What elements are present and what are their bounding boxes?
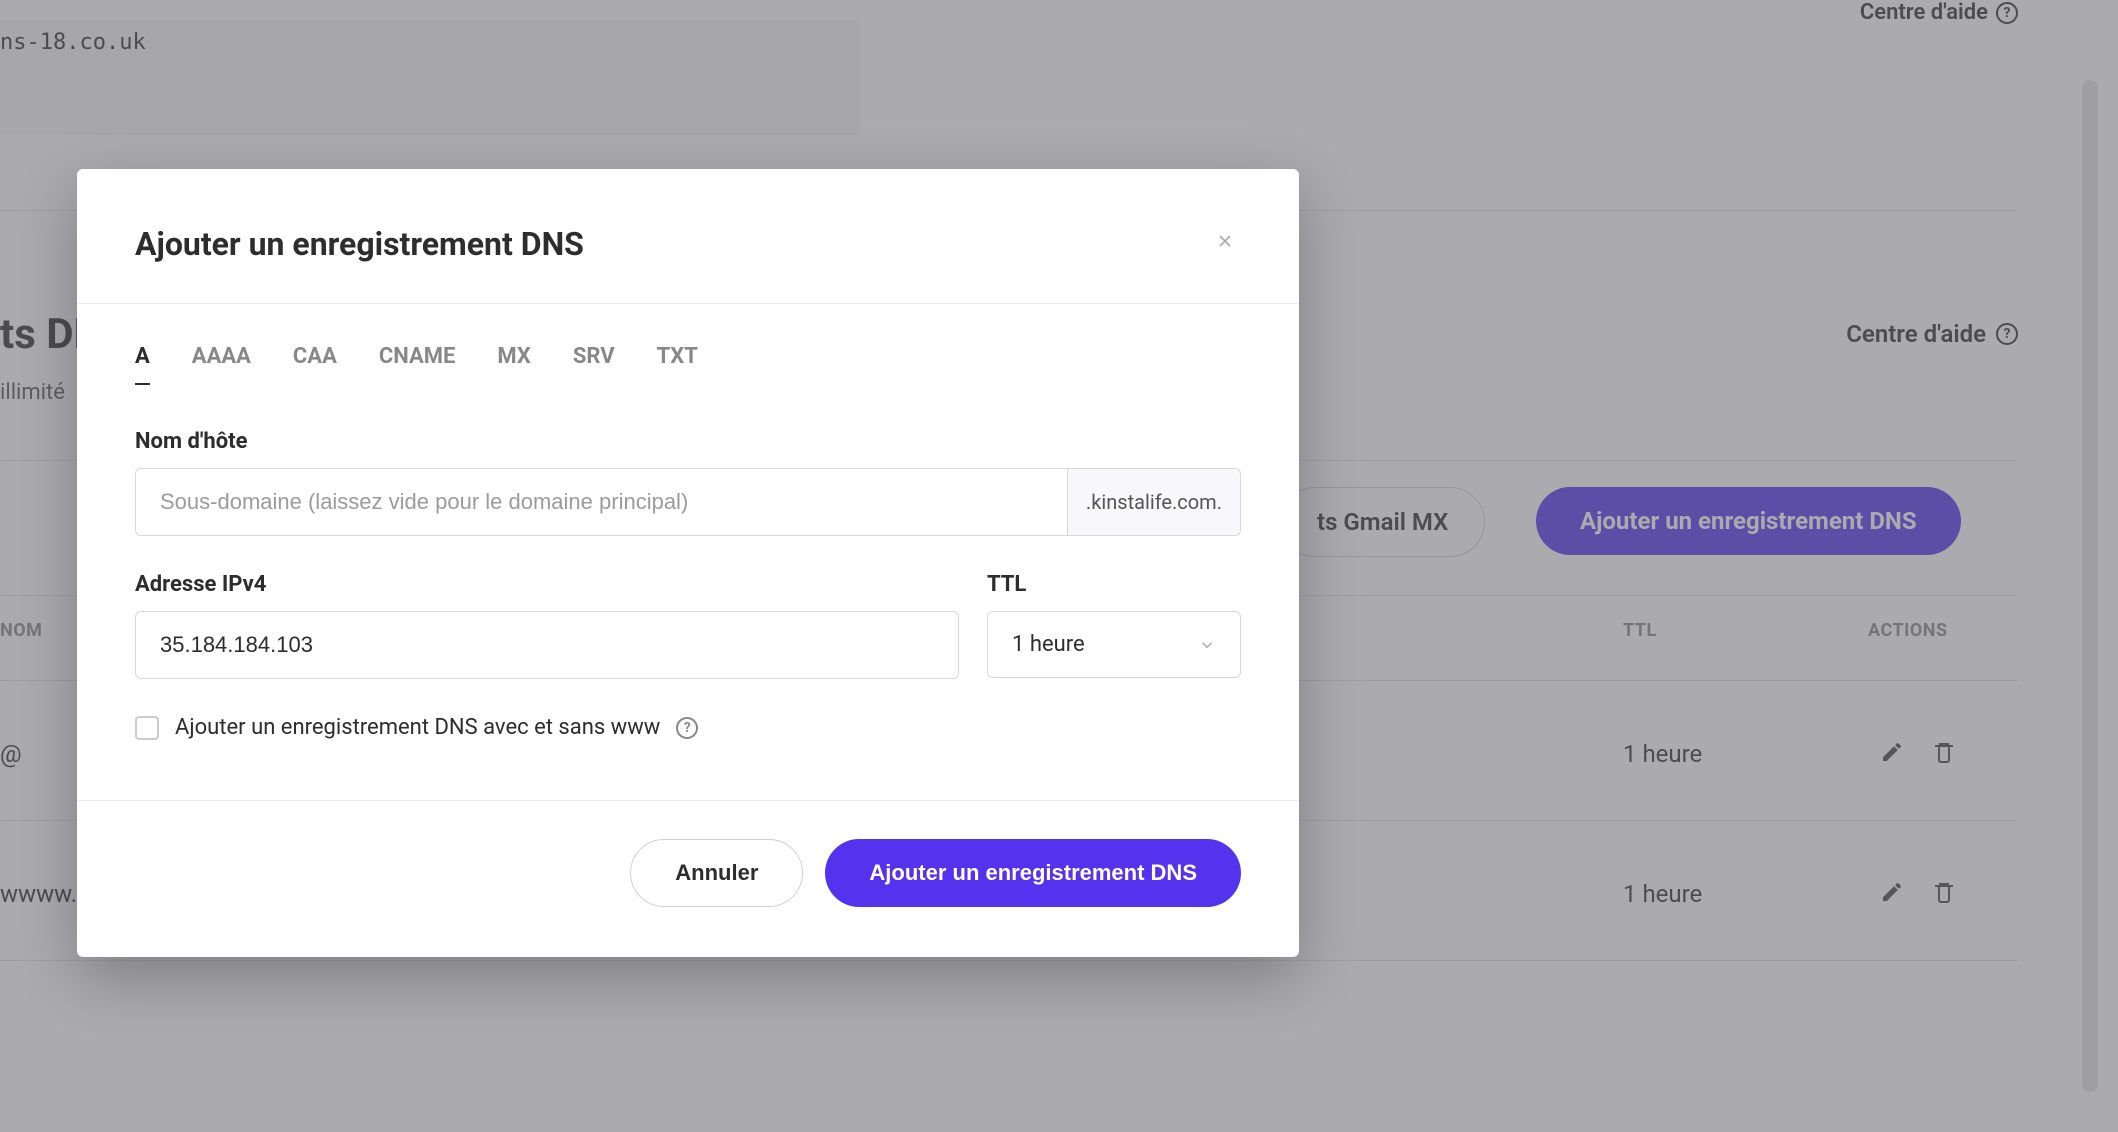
ttl-column: TTL 1 heure (987, 572, 1241, 679)
ip-ttl-row: Adresse IPv4 TTL 1 heure (135, 572, 1241, 679)
www-checkbox-row: Ajouter un enregistrement DNS avec et sa… (135, 715, 1241, 740)
tab-mx[interactable]: MX (497, 344, 530, 385)
modal-header: Ajouter un enregistrement DNS (77, 169, 1299, 304)
close-icon (1215, 231, 1235, 251)
www-checkbox-label: Ajouter un enregistrement DNS avec et sa… (175, 715, 660, 740)
close-button[interactable] (1209, 225, 1241, 257)
modal-title: Ajouter un enregistrement DNS (135, 225, 584, 263)
ttl-select[interactable]: 1 heure (987, 611, 1241, 678)
tab-a[interactable]: A (135, 344, 150, 385)
hostname-input-group: .kinstalife.com. (135, 468, 1241, 536)
tab-aaaa[interactable]: AAAA (192, 344, 251, 385)
tab-caa[interactable]: CAA (293, 344, 337, 385)
ip-column: Adresse IPv4 (135, 572, 959, 679)
tab-cname[interactable]: CNAME (379, 344, 456, 385)
www-checkbox[interactable] (135, 716, 159, 740)
record-type-tabs: A AAAA CAA CNAME MX SRV TXT (135, 344, 1241, 385)
ttl-value: 1 heure (1012, 632, 1085, 657)
tab-txt[interactable]: TXT (657, 344, 698, 385)
ip-input[interactable] (135, 611, 959, 679)
hostname-input[interactable] (135, 468, 1068, 536)
ttl-label: TTL (987, 572, 1241, 597)
modal-footer: Annuler Ajouter un enregistrement DNS (77, 800, 1299, 957)
submit-button[interactable]: Ajouter un enregistrement DNS (825, 839, 1241, 907)
ip-label: Adresse IPv4 (135, 572, 959, 597)
cancel-button[interactable]: Annuler (630, 839, 803, 907)
hostname-label: Nom d'hôte (135, 429, 1241, 454)
help-icon[interactable]: ? (676, 717, 698, 739)
tab-srv[interactable]: SRV (573, 344, 615, 385)
hostname-suffix: .kinstalife.com. (1068, 468, 1241, 536)
modal-body: A AAAA CAA CNAME MX SRV TXT Nom d'hôte .… (77, 304, 1299, 800)
add-dns-record-modal: Ajouter un enregistrement DNS A AAAA CAA… (77, 169, 1299, 957)
chevron-down-icon (1198, 636, 1216, 654)
